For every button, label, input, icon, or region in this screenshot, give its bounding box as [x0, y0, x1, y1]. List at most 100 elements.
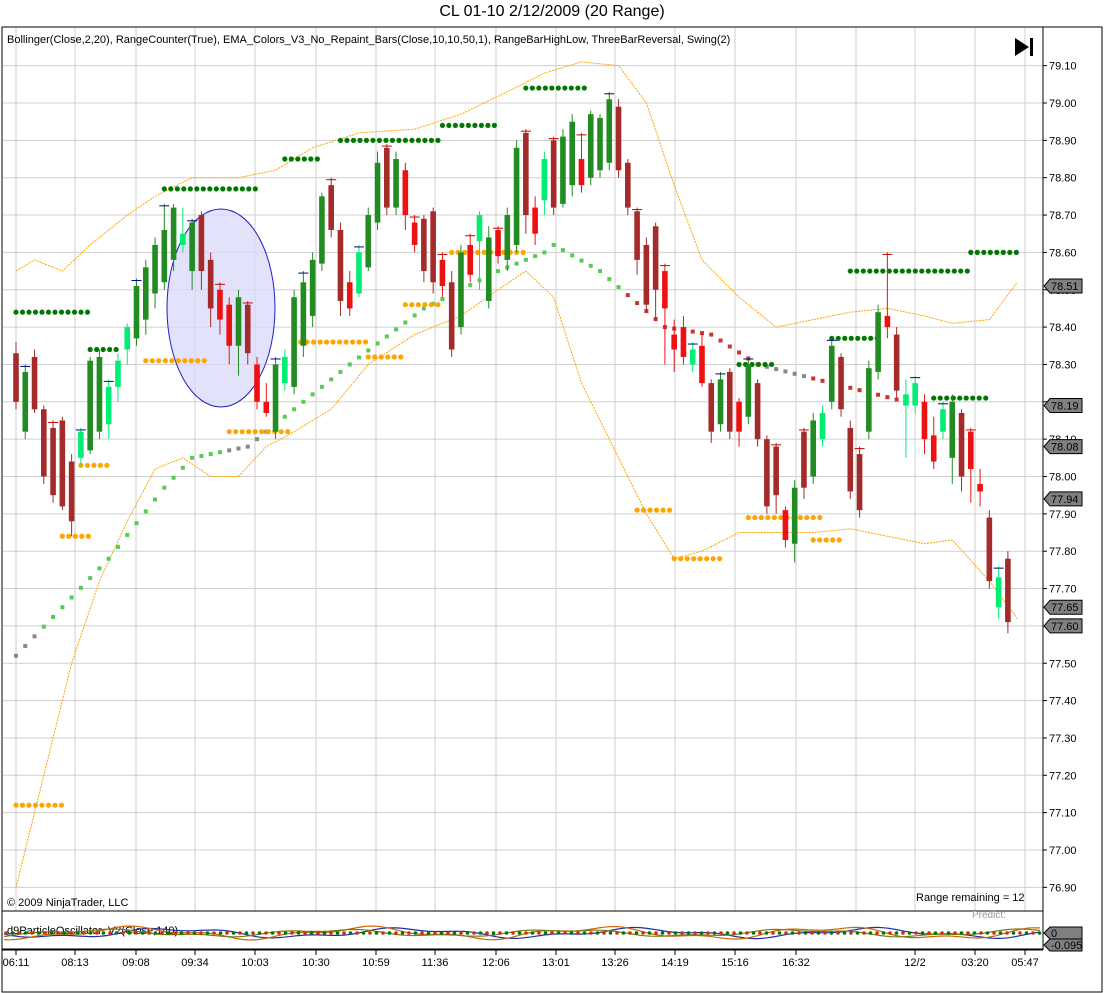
candle-body — [207, 259, 214, 309]
oscillator-dot — [472, 931, 476, 935]
swing-low-dot — [823, 537, 829, 543]
swing-low-dot — [810, 537, 816, 543]
candle-body — [615, 106, 622, 171]
swing-high-dot — [415, 137, 422, 143]
x-tick-label: 08:13 — [61, 957, 89, 969]
swing-high-dot — [893, 268, 899, 274]
price-chart[interactable]: 79.1079.0078.9078.8078.7078.6078.5078.40… — [0, 0, 1104, 993]
x-tick-label: 12/2 — [904, 957, 925, 969]
swing-high-dot — [491, 122, 498, 129]
oscillator-dot — [355, 931, 359, 935]
swing-high-dot — [446, 122, 452, 129]
candle-body — [282, 356, 288, 384]
oscillator-dot — [309, 931, 314, 935]
candle-body — [949, 401, 956, 458]
candle-body — [680, 327, 687, 357]
swing-high-dot — [945, 268, 951, 274]
candle-body — [300, 282, 307, 346]
candle-body — [198, 215, 205, 272]
candle-body — [430, 211, 436, 283]
candle-body — [96, 356, 103, 432]
swing-high-dot — [536, 85, 542, 91]
x-axis: 06:11 08:13 09:08 09:34 10:03 10:30 10:59 11:36… — [2, 949, 1043, 969]
oscillator-dot — [192, 931, 197, 935]
oscillator-dot — [88, 931, 93, 935]
candle-body — [291, 297, 297, 387]
candles — [13, 91, 1011, 634]
oscillator-dot — [134, 931, 138, 935]
y-tick-label: 77.80 — [1049, 546, 1077, 558]
oscillator-dot — [1011, 931, 1016, 935]
candle-body — [717, 379, 724, 425]
oscillator-dot — [153, 931, 158, 935]
swing-low-dot — [317, 339, 323, 345]
swing-high-dot — [485, 122, 491, 129]
swing-low-dot — [169, 358, 175, 364]
oscillator-dot — [556, 931, 561, 935]
y-tick-label: 77.70 — [1049, 584, 1077, 596]
ema-dot — [523, 257, 528, 262]
swing-low-dot — [66, 533, 72, 539]
swing-low-dot — [156, 358, 162, 364]
swing-high-dot — [207, 186, 213, 192]
ema-dot — [338, 369, 343, 374]
skip-end-icon[interactable] — [1015, 38, 1033, 56]
copyright-label: © 2009 NinjaTrader, LLC — [7, 897, 128, 909]
oscillator-dot — [784, 931, 788, 935]
price-badge-label: 78.51 — [1051, 281, 1079, 293]
candle-body — [550, 140, 557, 208]
ema-dot — [607, 277, 612, 282]
swing-high-dot — [409, 137, 415, 143]
swing-low-dot — [239, 429, 245, 435]
swing-low-dot — [704, 556, 710, 562]
candle-body — [217, 289, 223, 320]
swing-low-dot — [385, 354, 391, 360]
ema-dot — [329, 377, 334, 382]
swing-high-dot — [575, 85, 581, 91]
ema-dot — [32, 634, 37, 639]
ema-dot — [857, 388, 862, 393]
swing-high-dot — [1000, 249, 1006, 255]
swing-high-dot — [402, 137, 409, 143]
swing-low-dot — [653, 507, 660, 513]
candle-body — [856, 454, 863, 511]
candle-body — [819, 413, 826, 440]
swing-low-dot — [363, 339, 369, 345]
ema-dot — [375, 341, 380, 346]
swing-low-dot — [634, 507, 640, 513]
swing-high-dot — [842, 335, 848, 341]
swing-high-dot — [168, 186, 174, 192]
swing-low-dot — [378, 354, 384, 360]
oscillator-dot — [758, 931, 762, 935]
ema-dot — [143, 509, 148, 514]
ema-dot — [51, 614, 56, 619]
oscillator-dot — [426, 931, 431, 935]
oscillator-dot — [868, 931, 873, 935]
x-tick-label: 16:32 — [782, 957, 810, 969]
ema-dot — [14, 653, 18, 658]
oscillator-dot — [875, 931, 879, 935]
candle-body — [402, 170, 409, 216]
oscillator-dot — [777, 931, 782, 935]
candle-body — [421, 218, 427, 272]
swing-high-dot — [860, 268, 866, 274]
y-tick-label: 78.40 — [1049, 322, 1077, 334]
y-tick-label: 77.00 — [1049, 845, 1077, 857]
oscillator-dot — [251, 931, 255, 935]
y-tick-label: 79.10 — [1049, 61, 1077, 73]
ema-dot — [579, 258, 584, 263]
swing-high-dot — [288, 156, 294, 162]
swing-high-dot — [899, 268, 905, 274]
candle-body — [921, 401, 928, 440]
candle-body — [152, 244, 158, 294]
swing-low-dot — [830, 537, 836, 543]
candle-body — [587, 114, 594, 178]
oscillator-dot — [972, 931, 977, 935]
ema-dot — [162, 485, 167, 490]
candle-body — [699, 345, 705, 384]
ema-dot — [412, 313, 417, 318]
range-remaining-label: Range remaining = 12 — [916, 892, 1025, 904]
swing-high-dot — [868, 335, 874, 341]
oscillator-dot — [303, 931, 307, 935]
candle-body — [903, 394, 909, 406]
